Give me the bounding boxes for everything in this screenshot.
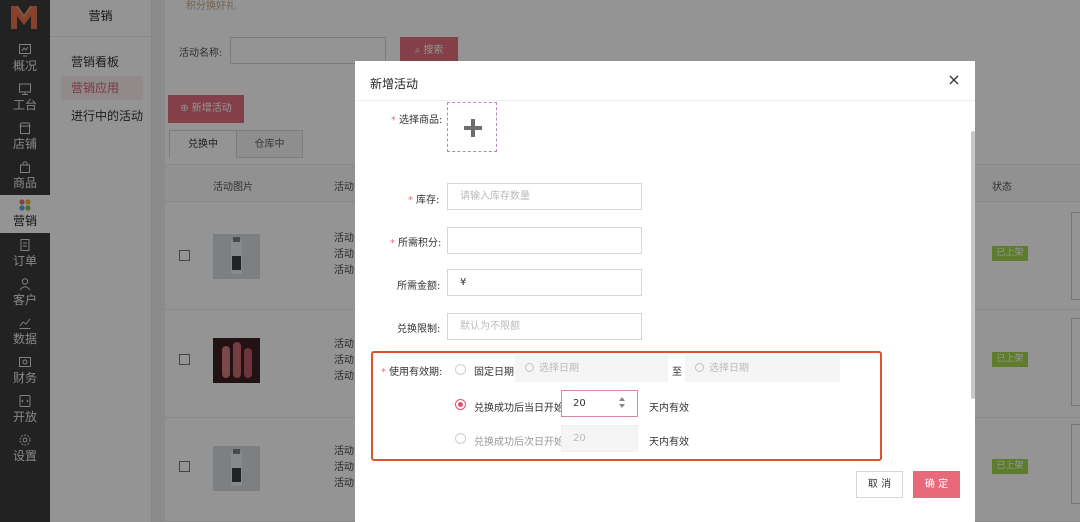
plus-icon [464, 119, 482, 137]
dialog-title: 新增活动 [370, 77, 419, 91]
required-mark: * [391, 115, 396, 126]
confirm-button[interactable]: 确 定 [913, 471, 960, 498]
end-date-placeholder: 选择日期 [709, 363, 749, 374]
same-day-days-value: 20 [573, 398, 586, 409]
end-date-input[interactable]: 选择日期 [685, 355, 840, 382]
points-input[interactable] [447, 227, 642, 254]
next-day-suffix: 天内有效 [649, 437, 689, 448]
limit-label: 兑换限制: [397, 324, 441, 335]
stock-input[interactable]: 请输入库存数量 [447, 183, 642, 210]
amount-label: 所需金额: [397, 281, 441, 292]
clock-icon [525, 363, 534, 372]
same-day-label: 兑换成功后当日开始 [474, 403, 564, 414]
amount-input[interactable]: ¥ [447, 269, 642, 296]
points-label: * 所需积分: [390, 234, 441, 249]
validity-label-text: 使用有效期: [389, 367, 443, 378]
radio-same-day[interactable] [455, 399, 466, 410]
clock-icon [695, 363, 704, 372]
stock-label-text: 库存: [416, 195, 440, 206]
dialog-scrollbar[interactable] [971, 131, 975, 399]
radio-fixed-date[interactable] [455, 364, 466, 375]
cancel-button[interactable]: 取 消 [856, 471, 903, 498]
validity-label: * 使用有效期: [381, 363, 442, 378]
product-label: * 选择商品: [391, 111, 442, 126]
close-icon[interactable]: × [946, 72, 962, 88]
same-day-days-stepper[interactable]: 20 [561, 390, 638, 417]
limit-input[interactable]: 默认为不限额 [447, 313, 642, 340]
product-label-text: 选择商品: [399, 115, 443, 126]
next-day-days-value: 20 [573, 433, 586, 444]
dialog-header: 新增活动 × [355, 61, 975, 101]
next-day-label: 兑换成功后次日开始 [474, 437, 564, 448]
date-separator: 至 [672, 367, 682, 378]
next-day-days-input[interactable]: 20 [561, 425, 638, 452]
required-mark: * [408, 195, 413, 206]
add-activity-dialog: 新增活动 × * 选择商品: * 库存: 请输入库存数量 * 所需积分: 所需金额: … [355, 61, 975, 522]
required-mark: * [381, 367, 386, 378]
same-day-suffix: 天内有效 [649, 403, 689, 414]
stepper-arrows-icon[interactable] [619, 397, 625, 409]
start-date-input[interactable]: 选择日期 [515, 355, 668, 382]
points-label-text: 所需积分: [398, 238, 442, 249]
stock-label: * 库存: [408, 191, 439, 206]
product-upload-button[interactable] [447, 102, 497, 152]
start-date-placeholder: 选择日期 [539, 363, 579, 374]
required-mark: * [390, 238, 395, 249]
radio-next-day[interactable] [455, 433, 466, 444]
fixed-date-label: 固定日期 [474, 367, 514, 378]
